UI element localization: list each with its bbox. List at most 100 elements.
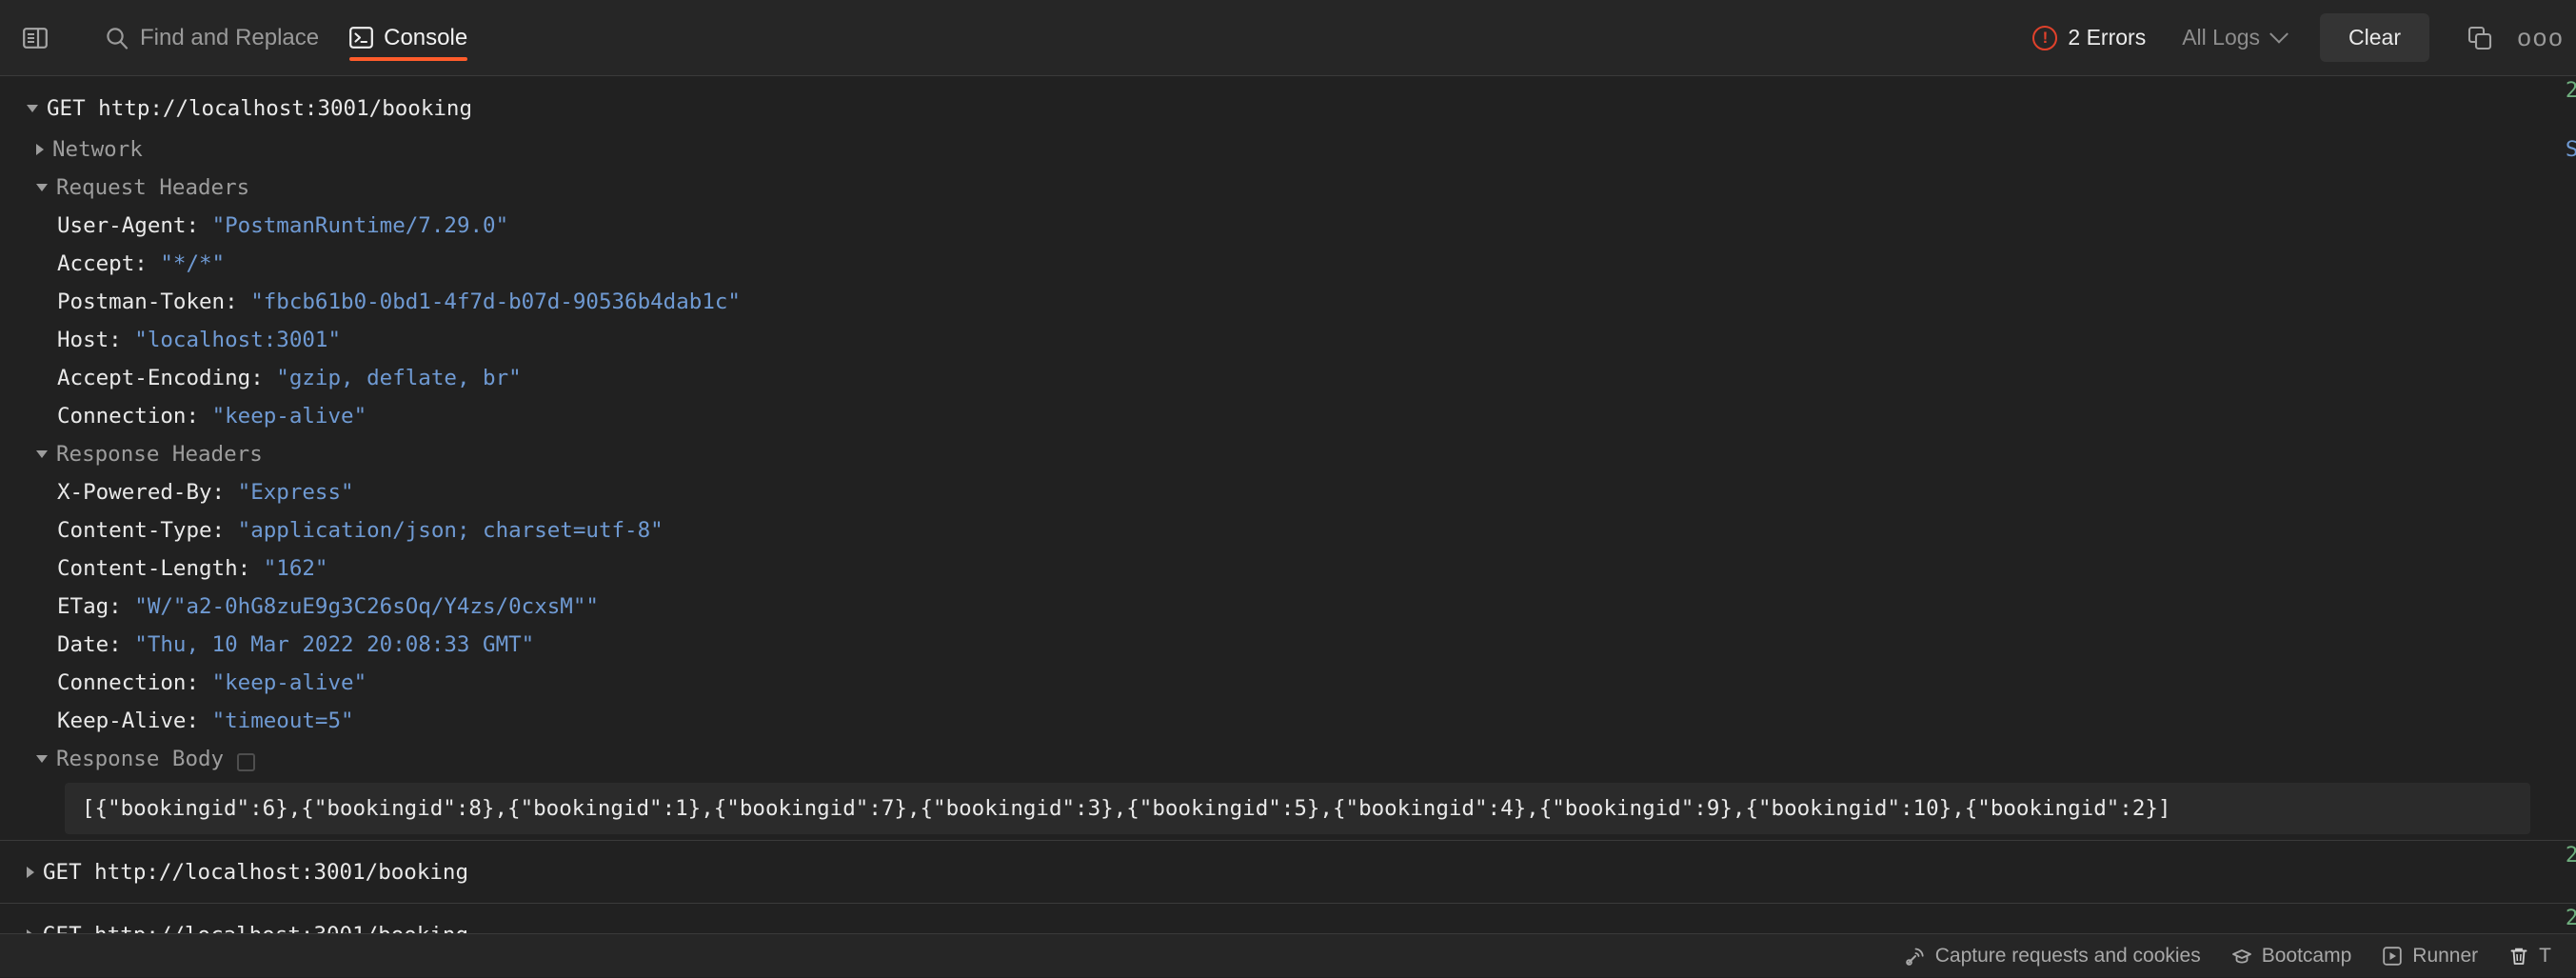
error-count-badge[interactable]: ! 2 Errors — [2021, 25, 2157, 50]
header-row: X-Powered-By: "Express" — [0, 473, 2576, 511]
error-circle-icon: ! — [2032, 26, 2057, 50]
header-value: "162" — [264, 556, 328, 581]
header-row: User-Agent: "PostmanRuntime/7.29.0" — [0, 207, 2576, 245]
tab-find-and-replace[interactable]: Find and Replace — [89, 0, 334, 76]
status-capture-label: Capture requests and cookies — [1935, 945, 2201, 968]
search-icon — [105, 26, 129, 50]
header-row: Postman-Token: "fbcb61b0-0bd1-4f7d-b07d-… — [0, 283, 2576, 321]
status-bootcamp[interactable]: Bootcamp — [2216, 934, 2368, 978]
header-value: "W/"a2-0hG8zuE9g3C26sOq/Y4zs/0cxsM"" — [134, 594, 599, 619]
console-group-network[interactable]: Network Sh — [0, 130, 2576, 169]
caret-down-icon[interactable] — [27, 105, 38, 112]
chevron-down-icon — [2269, 24, 2289, 43]
toolbar-right-group: ! 2 Errors All Logs Clear ooo — [2021, 0, 2576, 76]
header-key: Host: — [57, 328, 122, 352]
status-runner-label: Runner — [2412, 945, 2478, 968]
sidebar-panel-icon — [23, 27, 48, 50]
header-row: Keep-Alive: "timeout=5" — [0, 702, 2576, 740]
copy-icon — [2467, 26, 2492, 50]
header-row: Host: "localhost:3001" — [0, 321, 2576, 359]
tab-find-and-replace-label: Find and Replace — [140, 25, 319, 51]
caret-down-icon[interactable] — [36, 755, 48, 763]
header-value: "keep-alive" — [212, 670, 367, 695]
header-row: Connection: "keep-alive" — [0, 664, 2576, 702]
error-count-label: 2 Errors — [2068, 25, 2146, 50]
header-row: ETag: "W/"a2-0hG8zuE9g3C26sOq/Y4zs/0cxsM… — [0, 588, 2576, 626]
header-row: Connection: "keep-alive" — [0, 397, 2576, 435]
status-bootcamp-label: Bootcamp — [2262, 945, 2352, 968]
tab-console-label: Console — [384, 25, 467, 51]
header-key: Keep-Alive: — [57, 709, 199, 733]
header-key: Content-Length: — [57, 556, 250, 581]
log-filter-dropdown[interactable]: All Logs — [2157, 25, 2301, 50]
toolbar-left-group: Find and Replace Console — [0, 0, 483, 76]
copy-button[interactable] — [2458, 16, 2502, 60]
status-trash[interactable]: T — [2493, 934, 2566, 978]
status-runner[interactable]: Runner — [2367, 934, 2493, 978]
header-key: Accept-Encoding: — [57, 366, 264, 390]
header-value: "gzip, deflate, br" — [276, 366, 521, 390]
header-key: X-Powered-By: — [57, 480, 225, 505]
log-filter-label: All Logs — [2182, 25, 2260, 50]
satellite-capture-icon — [1905, 946, 1926, 967]
console-entry[interactable]: GET http://localhost:3001/booking 20 — [0, 840, 2576, 903]
external-link-icon[interactable] — [237, 753, 255, 771]
header-value: "Express" — [238, 480, 354, 505]
header-value: "fbcb61b0-0bd1-4f7d-b07d-90536b4dab1c" — [250, 289, 741, 314]
graduation-cap-icon — [2231, 946, 2252, 967]
header-key: Connection: — [57, 404, 199, 429]
console-entry-title: GET http://localhost:3001/booking — [43, 860, 468, 885]
header-value: "Thu, 10 Mar 2022 20:08:33 GMT" — [134, 632, 534, 657]
console-entry-status: 20 — [2566, 843, 2576, 868]
header-row: Content-Type: "application/json; charset… — [0, 511, 2576, 549]
trash-icon — [2508, 946, 2529, 967]
console-entry-status: 20 — [2566, 78, 2576, 103]
caret-right-icon[interactable] — [27, 867, 34, 878]
console-entry-status: 20 — [2566, 906, 2576, 930]
console-group-label: Network — [52, 137, 143, 162]
show-link[interactable]: Sh — [2566, 137, 2576, 162]
console-group-label: Response Body — [56, 747, 224, 771]
header-key: Postman-Token: — [57, 289, 238, 314]
status-trash-label: T — [2539, 945, 2551, 968]
terminal-icon — [349, 26, 373, 50]
header-key: Connection: — [57, 670, 199, 695]
more-horizontal-icon: ooo — [2517, 23, 2564, 52]
caret-right-icon[interactable] — [36, 144, 44, 155]
more-options-button[interactable]: ooo — [2519, 16, 2563, 60]
header-key: ETag: — [57, 594, 122, 619]
header-row: Date: "Thu, 10 Mar 2022 20:08:33 GMT" — [0, 626, 2576, 664]
status-capture-requests[interactable]: Capture requests and cookies — [1890, 934, 2216, 978]
header-row: Accept-Encoding: "gzip, deflate, br" — [0, 359, 2576, 397]
header-value: "*/*" — [160, 251, 225, 276]
console-entry-header[interactable]: GET http://localhost:3001/booking 20 — [0, 86, 2576, 130]
top-toolbar: Find and Replace Console ! 2 Errors All … — [0, 0, 2576, 76]
header-row: Content-Length: "162" — [0, 549, 2576, 588]
header-row: Accept: "*/*" — [0, 245, 2576, 283]
console-group-label: Request Headers — [56, 175, 249, 200]
response-body-content: [{"bookingid":6},{"bookingid":8},{"booki… — [65, 783, 2530, 834]
caret-down-icon[interactable] — [36, 450, 48, 458]
header-value: "timeout=5" — [212, 709, 354, 733]
bottom-status-bar: Capture requests and cookies Bootcamp Ru… — [0, 933, 2576, 977]
console-entry[interactable]: GET http://localhost:3001/booking 20 Net… — [0, 76, 2576, 840]
console-group-request-headers[interactable]: Request Headers — [0, 169, 2576, 207]
header-key: Date: — [57, 632, 122, 657]
header-key: Content-Type: — [57, 518, 225, 543]
header-value: "application/json; charset=utf-8" — [238, 518, 664, 543]
header-value: "localhost:3001" — [134, 328, 341, 352]
caret-down-icon[interactable] — [36, 184, 48, 191]
sidebar-toggle-button[interactable] — [13, 16, 57, 60]
console-group-response-headers[interactable]: Response Headers — [0, 435, 2576, 473]
console-log-list[interactable]: GET http://localhost:3001/booking 20 Net… — [0, 76, 2576, 977]
header-key: User-Agent: — [57, 213, 199, 238]
console-entry-title: GET http://localhost:3001/booking — [47, 96, 472, 121]
header-value: "keep-alive" — [212, 404, 367, 429]
play-box-icon — [2382, 946, 2403, 967]
clear-button[interactable]: Clear — [2320, 13, 2429, 62]
tab-console[interactable]: Console — [334, 0, 483, 76]
console-group-label: Response Headers — [56, 442, 263, 467]
console-group-response-body[interactable]: Response Body — [0, 740, 2576, 778]
console-entry-header[interactable]: GET http://localhost:3001/booking 20 — [0, 849, 2576, 894]
header-value: "PostmanRuntime/7.29.0" — [212, 213, 509, 238]
